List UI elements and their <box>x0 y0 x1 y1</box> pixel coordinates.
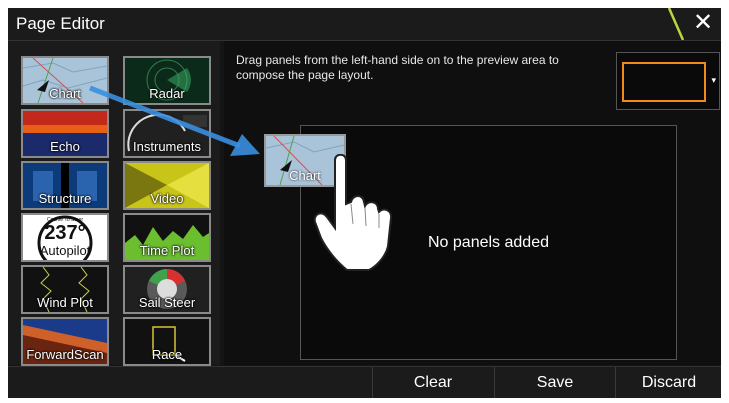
page-editor-window: Page Editor ✕ Chart Radar Echo Instrumen… <box>8 8 721 398</box>
clear-button[interactable]: Clear <box>372 367 493 398</box>
hand-cursor-icon <box>313 154 393 271</box>
discard-button[interactable]: Discard <box>615 367 722 398</box>
save-button[interactable]: Save <box>494 367 615 398</box>
bottom-bar: Clear Save Discard <box>8 366 721 398</box>
